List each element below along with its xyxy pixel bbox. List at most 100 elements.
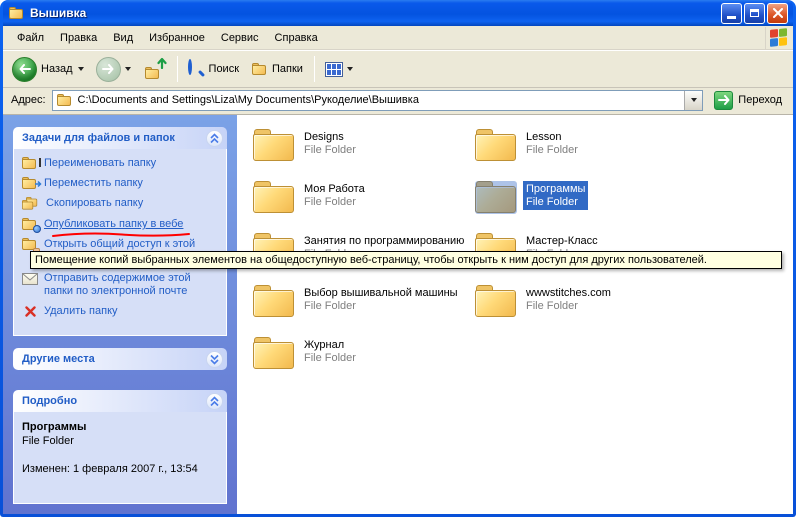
address-path: C:\Documents and Settings\Liza\My Docume…	[78, 94, 419, 106]
address-input[interactable]: C:\Documents and Settings\Liza\My Docume…	[52, 90, 704, 111]
chevron-up-icon	[210, 396, 219, 407]
file-type: File Folder	[526, 144, 578, 157]
file-item-vybor-mashiny[interactable]: Выбор вышивальной машиныFile Folder	[253, 285, 468, 320]
address-dropdown-button[interactable]	[684, 91, 702, 110]
go-label: Переход	[738, 94, 782, 106]
task-label: Открыть общий доступ к этой	[44, 238, 195, 251]
search-label: Поиск	[209, 63, 240, 75]
file-name: Lesson	[526, 131, 578, 144]
file-type: File Folder	[304, 196, 365, 209]
file-item-designs[interactable]: DesignsFile Folder	[253, 129, 468, 164]
file-item-lesson[interactable]: LessonFile Folder	[475, 129, 690, 164]
file-item-zhurnal[interactable]: ЖурналFile Folder	[253, 337, 468, 372]
collapse-button[interactable]	[206, 130, 223, 147]
menu-view[interactable]: Вид	[105, 29, 141, 47]
details-type: File Folder	[22, 434, 220, 448]
file-list: DesignsFile Folder Моя РаботаFile Folder…	[237, 115, 793, 514]
views-button[interactable]	[320, 59, 358, 80]
folder-icon	[253, 285, 295, 318]
file-name: Designs	[304, 131, 356, 144]
panel-header-other-places[interactable]: Другие места	[13, 348, 227, 370]
task-delete-folder[interactable]: Удалить папку	[22, 305, 220, 318]
go-button[interactable]: Переход	[709, 89, 787, 112]
toolbar-separator	[177, 56, 178, 82]
maximize-button[interactable]	[744, 3, 765, 24]
collapse-button[interactable]	[206, 393, 223, 410]
panel-other-places: Другие места	[13, 348, 227, 370]
file-name: Программы	[526, 183, 585, 196]
menu-help[interactable]: Справка	[267, 29, 326, 47]
file-type: File Folder	[304, 144, 356, 157]
delete-icon	[22, 305, 38, 318]
back-icon	[12, 57, 37, 82]
title-bar[interactable]: Вышивка	[3, 0, 793, 26]
task-share-folder[interactable]: Открыть общий доступ к этой	[22, 238, 220, 251]
task-publish-folder-web[interactable]: Опубликовать папку в вебе	[22, 218, 220, 231]
panel-header-tasks[interactable]: Задачи для файлов и папок	[13, 127, 227, 149]
chevron-down-icon	[210, 354, 219, 365]
task-label: Переименовать папку	[44, 157, 156, 170]
panel-header-details[interactable]: Подробно	[13, 390, 227, 412]
forward-dropdown-icon[interactable]	[125, 67, 131, 71]
forward-button[interactable]	[91, 54, 136, 85]
panel-details: Подробно Программы File Folder Изменен: …	[13, 390, 227, 504]
folder-icon	[475, 285, 517, 318]
up-button[interactable]	[138, 55, 172, 83]
task-email-folder[interactable]: Отправить содержимое этой папки по элект…	[22, 272, 220, 298]
address-bar: Адрес: C:\Documents and Settings\Liza\My…	[3, 88, 793, 115]
minimize-button[interactable]	[721, 3, 742, 24]
folders-icon	[252, 63, 268, 76]
task-label: Опубликовать папку в вебе	[44, 218, 183, 231]
address-label: Адрес:	[11, 94, 46, 106]
file-type: File Folder	[526, 300, 611, 313]
menu-file[interactable]: Файл	[9, 29, 52, 47]
forward-icon	[96, 57, 121, 82]
publish-folder-web-icon	[22, 218, 38, 231]
task-label: Переместить папку	[44, 177, 143, 190]
folder-icon	[253, 181, 295, 214]
back-button[interactable]: Назад	[7, 54, 89, 85]
folder-icon	[253, 337, 295, 370]
panel-body-tasks: Переименовать папку Переместить папку	[13, 149, 227, 336]
red-underline-annotation	[52, 231, 190, 239]
task-label: Удалить папку	[44, 305, 118, 318]
close-icon	[773, 8, 783, 18]
file-item-moya-rabota[interactable]: Моя РаботаFile Folder	[253, 181, 468, 216]
file-type: File Folder	[304, 352, 356, 365]
file-name: Моя Работа	[304, 183, 365, 196]
task-label: Скопировать папку	[46, 197, 143, 211]
close-button[interactable]	[767, 3, 788, 24]
file-column-2: LessonFile Folder ПрограммыFile Folder М…	[475, 129, 690, 337]
panel-title: Задачи для файлов и папок	[22, 132, 175, 144]
window-folder-icon	[9, 7, 25, 20]
content-area: Задачи для файлов и папок Переименовать …	[3, 115, 793, 514]
toolbar-separator	[314, 56, 315, 82]
task-rename-folder[interactable]: Переименовать папку	[22, 157, 220, 170]
menu-edit[interactable]: Правка	[52, 29, 105, 47]
tooltip: Помещение копий выбранных элементов на о…	[30, 251, 782, 269]
file-type: File Folder	[304, 300, 458, 313]
back-dropdown-icon[interactable]	[78, 67, 84, 71]
share-folder-icon	[22, 238, 38, 251]
folder-icon	[475, 129, 517, 162]
move-folder-icon	[22, 177, 38, 190]
search-icon	[188, 61, 205, 78]
task-copy-folder[interactable]: Скопировать папку	[22, 197, 220, 211]
expand-button[interactable]	[206, 351, 223, 368]
task-move-folder[interactable]: Переместить папку	[22, 177, 220, 190]
search-button[interactable]: Поиск	[183, 58, 245, 81]
windows-logo-icon	[765, 27, 791, 49]
dropdown-icon	[691, 98, 697, 102]
views-icon	[325, 62, 343, 77]
file-item-wwwstitches[interactable]: wwwstitches.comFile Folder	[475, 285, 690, 320]
file-name: Занятия по программированию	[304, 235, 464, 248]
file-name: Выбор вышивальной машины	[304, 287, 458, 300]
chevron-up-icon	[210, 133, 219, 144]
menu-favorites[interactable]: Избранное	[141, 29, 213, 47]
task-label: Отправить содержимое этой папки по элект…	[44, 272, 220, 298]
file-item-programmy-selected[interactable]: ПрограммыFile Folder	[475, 181, 690, 216]
folders-button[interactable]: Папки	[247, 60, 309, 79]
details-modified: Изменен: 1 февраля 2007 г., 13:54	[22, 462, 220, 476]
file-type: File Folder	[526, 196, 585, 209]
menu-tools[interactable]: Сервис	[213, 29, 267, 47]
